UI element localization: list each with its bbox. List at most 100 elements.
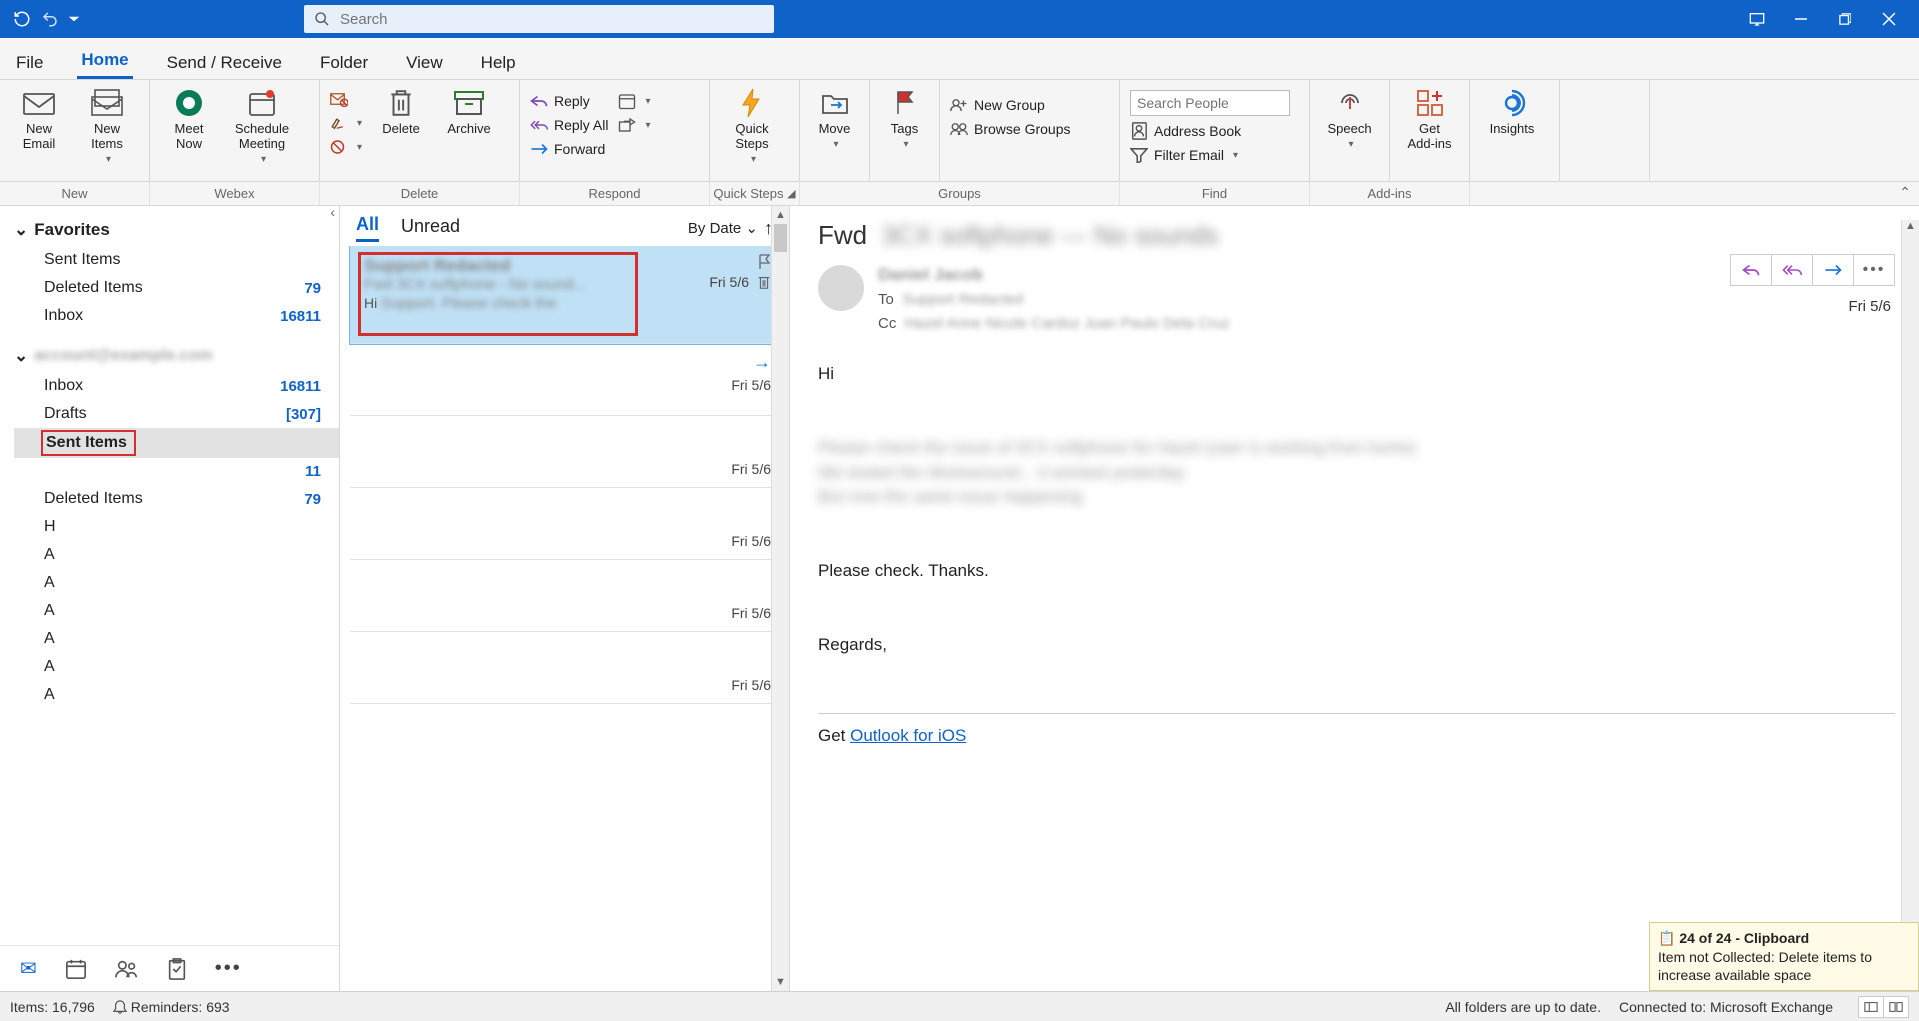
account-header[interactable]: ⌄ account@example.com (14, 340, 339, 372)
qat-customize-icon[interactable] (64, 5, 84, 33)
scroll-down-icon[interactable]: ▼ (772, 973, 789, 991)
share-button[interactable] (618, 116, 650, 134)
chevron-down-icon: ⌄ (14, 346, 28, 366)
meeting-reply-button[interactable] (618, 92, 650, 110)
tasks-nav-icon[interactable] (167, 958, 187, 980)
quick-steps-button[interactable]: Quick Steps (720, 86, 784, 165)
tab-home[interactable]: Home (77, 42, 132, 79)
new-email-button[interactable]: New Email (10, 86, 68, 152)
sender-name: Daniel Jacob (878, 261, 1230, 288)
delete-button[interactable]: Delete (372, 86, 430, 137)
scroll-up-icon[interactable]: ▲ (772, 206, 789, 224)
move-button[interactable]: Move (810, 86, 859, 150)
refresh-icon[interactable] (8, 5, 36, 33)
folder-item[interactable]: 11 (14, 458, 339, 485)
trash-icon (384, 86, 418, 120)
folder-item[interactable]: Drafts[307] (14, 400, 339, 428)
people-nav-icon[interactable] (115, 959, 139, 979)
forward-button[interactable]: Forward (530, 140, 608, 158)
message-item[interactable]: Fri 5/6 (350, 560, 781, 632)
ribbon-label-new: New (0, 182, 150, 205)
close-icon[interactable] (1867, 0, 1911, 38)
undo-icon[interactable] (36, 5, 64, 33)
ribbon-label-addins: Add-ins (1310, 182, 1470, 205)
message-item[interactable]: Support Redacted Fwd 3CX softphone - No … (350, 246, 781, 344)
flag-icon[interactable] (757, 254, 771, 270)
ribbon-label-respond: Respond (520, 182, 710, 205)
delete-message-icon[interactable] (757, 274, 771, 290)
reply-action-button[interactable] (1730, 254, 1772, 286)
junk-button[interactable] (330, 138, 362, 156)
reading-scrollbar[interactable]: ▲ (1901, 220, 1919, 991)
search-box[interactable] (304, 5, 774, 33)
message-item[interactable]: Fri 5/6 (350, 632, 781, 704)
more-respond-button[interactable] (618, 140, 650, 156)
message-item[interactable]: Fri 5/6 (350, 416, 781, 488)
folder-item[interactable]: A (14, 541, 339, 569)
calendar-nav-icon[interactable] (65, 958, 87, 980)
get-addins-button[interactable]: Get Add-ins (1400, 86, 1459, 152)
tab-file[interactable]: File (12, 45, 47, 79)
reply-icon (530, 92, 548, 110)
forward-action-button[interactable] (1812, 254, 1854, 286)
new-items-button[interactable]: New Items (78, 86, 136, 165)
collapse-folder-pane-icon[interactable]: ‹ (330, 204, 335, 220)
search-input[interactable] (340, 11, 764, 28)
view-reading-button[interactable] (1883, 996, 1909, 1018)
minimize-icon[interactable] (1779, 0, 1823, 38)
folder-item[interactable]: A (14, 625, 339, 653)
more-actions-button[interactable]: ••• (1853, 254, 1895, 286)
sort-by-button[interactable]: By Date ⌄ (688, 219, 758, 237)
archive-button[interactable]: Archive (440, 86, 498, 137)
browse-groups-button[interactable]: Browse Groups (950, 120, 1070, 138)
reply-all-action-button[interactable] (1771, 254, 1813, 286)
schedule-meeting-button[interactable]: Schedule Meeting (228, 86, 296, 165)
scroll-up-icon[interactable]: ▲ (1905, 220, 1916, 238)
collapse-ribbon-icon[interactable]: ⌃ (1899, 184, 1911, 201)
view-normal-button[interactable] (1858, 996, 1884, 1018)
status-reminders[interactable]: Reminders: 693 (113, 999, 230, 1015)
folder-item[interactable]: A (14, 681, 339, 709)
filter-tab-unread[interactable]: Unread (401, 216, 460, 241)
folder-item[interactable]: A (14, 653, 339, 681)
status-bar: Items: 16,796 Reminders: 693 All folders… (0, 991, 1919, 1021)
message-item[interactable]: Fri 5/6 (350, 488, 781, 560)
cleanup-button[interactable] (330, 114, 362, 132)
new-group-button[interactable]: New Group (950, 96, 1070, 114)
folder-item[interactable]: A (14, 569, 339, 597)
tab-help[interactable]: Help (477, 45, 520, 79)
mail-nav-icon[interactable]: ✉ (20, 956, 37, 981)
folder-item[interactable]: Inbox16811 (14, 302, 339, 330)
sender-avatar (818, 265, 864, 311)
folder-item[interactable]: Sent Items (14, 246, 339, 274)
reply-all-button[interactable]: Reply All (530, 116, 608, 134)
folder-item[interactable]: H (14, 513, 339, 541)
tab-send-receive[interactable]: Send / Receive (163, 45, 286, 79)
filter-email-button[interactable]: Filter Email (1130, 146, 1290, 164)
reply-button[interactable]: Reply (530, 92, 608, 110)
favorites-header[interactable]: ⌄ Favorites (14, 214, 339, 246)
insights-button[interactable]: Insights (1480, 86, 1544, 137)
folder-item[interactable]: Deleted Items79 (14, 485, 339, 513)
folder-item[interactable]: Inbox16811 (14, 372, 339, 400)
maximize-icon[interactable] (1823, 0, 1867, 38)
tags-button[interactable]: Tags (880, 86, 929, 150)
tab-view[interactable]: View (402, 45, 447, 79)
more-nav-icon[interactable]: ••• (215, 957, 242, 980)
address-book-button[interactable]: Address Book (1130, 122, 1290, 140)
search-people-input[interactable] (1130, 90, 1290, 116)
message-item[interactable]: →Fri 5/6 (350, 344, 781, 416)
speech-button[interactable]: Speech (1320, 86, 1379, 150)
ribbon-mode-icon[interactable] (1735, 0, 1779, 38)
ignore-icon (330, 90, 348, 108)
tab-folder[interactable]: Folder (316, 45, 372, 79)
filter-tab-all[interactable]: All (356, 214, 379, 242)
folder-item[interactable]: Deleted Items79 (14, 274, 339, 302)
list-scrollbar[interactable]: ▲ ▼ (771, 206, 789, 991)
meet-now-button[interactable]: Meet Now (160, 86, 218, 152)
folder-item-sent-items[interactable]: Sent Items (14, 428, 339, 458)
ribbon-label-groups: Groups (800, 182, 1120, 205)
outlook-ios-link[interactable]: Outlook for iOS (850, 726, 966, 745)
folder-item[interactable]: A (14, 597, 339, 625)
ignore-button[interactable] (330, 90, 362, 108)
